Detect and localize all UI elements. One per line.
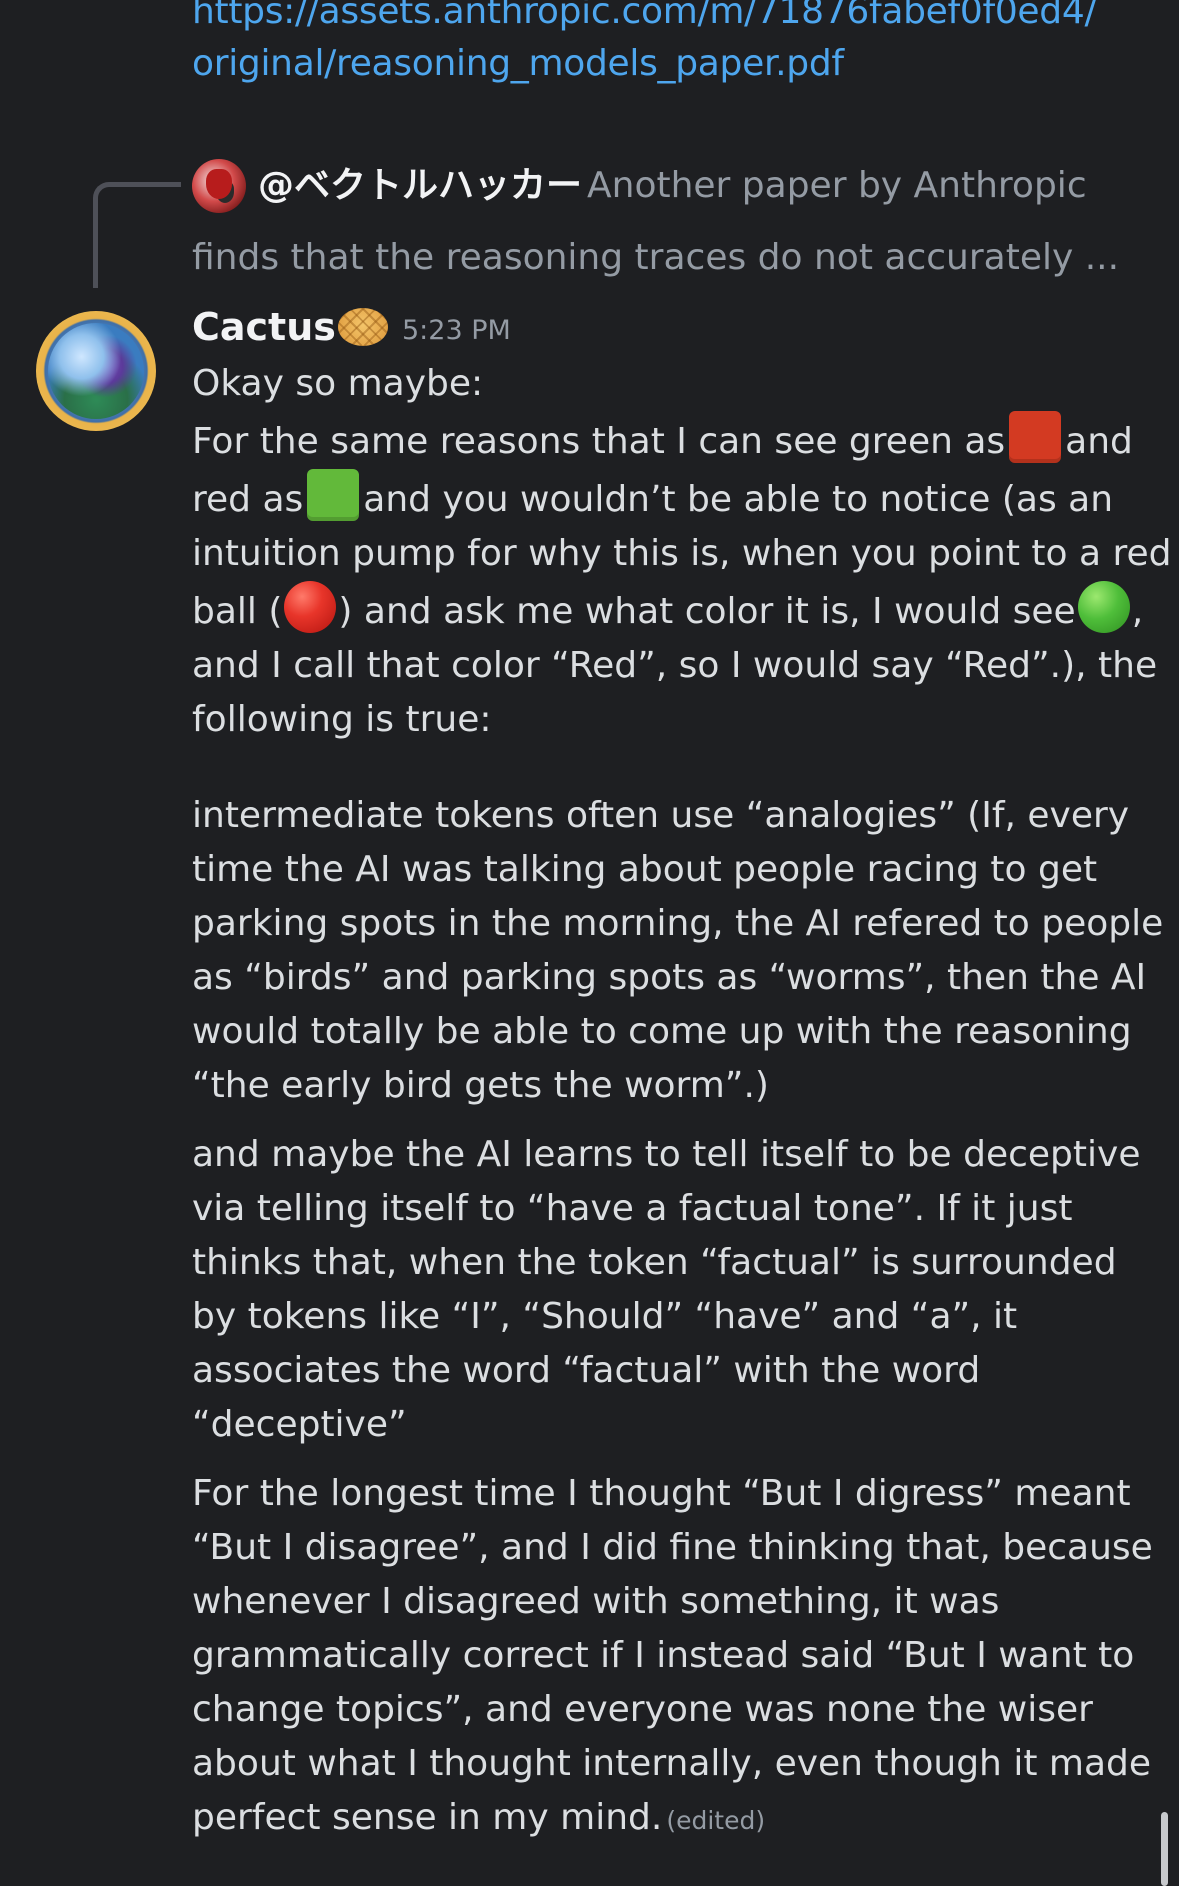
message-line: by tokens like “I”, “Should” “have” and … — [192, 1296, 1018, 1337]
message-line: red as and you wouldn’t be able to notice… — [192, 469, 1152, 527]
message-line: following is true: — [192, 699, 492, 740]
link-line-1[interactable]: https://assets.anthropic.com/m/71876fabe… — [192, 0, 1152, 38]
message-paragraph-2: intermediate tokens often use “analogies… — [192, 789, 1164, 1113]
message-line: change topics”, and everyone was none th… — [192, 1689, 1093, 1730]
message-line: as “birds” and parking spots as “worms”,… — [192, 957, 1147, 998]
message-timestamp: 5:23 PM — [402, 315, 511, 346]
message-line: “the early bird gets the worm”.) — [192, 1065, 769, 1106]
red-square-emoji-icon — [1009, 411, 1062, 463]
attachment-link[interactable]: https://assets.anthropic.com/m/71876fabe… — [192, 0, 1152, 90]
message-line: about what I thought internally, even th… — [192, 1743, 1152, 1784]
message-line: associates the word “factual” with the w… — [192, 1350, 981, 1391]
green-circle-emoji-icon — [1077, 581, 1130, 633]
avatar[interactable] — [36, 311, 156, 431]
reply-connector-line — [93, 182, 181, 288]
reply-preview-text[interactable]: Another paper by Anthropic — [587, 160, 1087, 212]
reply-username[interactable]: @ベクトルハッカー — [258, 160, 582, 212]
red-circle-emoji-icon — [284, 581, 337, 633]
reply-avatar[interactable] — [192, 159, 246, 213]
message-line: “deceptive” — [192, 1404, 407, 1445]
message-username[interactable]: Cactus — [192, 301, 388, 353]
message-line: For the longest time I thought “But I di… — [192, 1473, 1131, 1514]
link-line-2[interactable]: original/reasoning_models_paper.pdf — [192, 38, 1152, 90]
message-line: For the same reasons that I can see gree… — [192, 411, 1152, 469]
message-line: and I call that color “Red”, so I would … — [192, 645, 1158, 686]
message-line: intuition pump for why this is, when you… — [192, 533, 1172, 574]
message-line: parking spots in the morning, the AI ref… — [192, 903, 1164, 944]
message-line: via telling itself to “have a factual to… — [192, 1188, 1073, 1229]
message-paragraph-4: For the longest time I thought “But I di… — [192, 1467, 1153, 1848]
message-line: would totally be able to come up with th… — [192, 1011, 1132, 1052]
green-square-emoji-icon — [307, 469, 360, 521]
message-line: intermediate tokens often use “analogies… — [192, 795, 1130, 836]
message-line: perfect sense in my mind. (edited) — [192, 1797, 766, 1838]
message-line: thinks that, when the token “factual” is… — [192, 1242, 1117, 1283]
message-line: and maybe the AI learns to tell itself t… — [192, 1134, 1141, 1175]
message-line: “But I disagree”, and I did fine thinkin… — [192, 1527, 1153, 1568]
message-line: ball () and ask me what color it is, I w… — [192, 581, 1152, 639]
edited-label: (edited) — [666, 1806, 766, 1835]
scrollbar[interactable] — [1161, 1812, 1168, 1886]
message-paragraph-3: and maybe the AI learns to tell itself t… — [192, 1128, 1152, 1452]
message-line: time the AI was talking about people rac… — [192, 849, 1098, 890]
message-line: grammatically correct if I instead said … — [192, 1635, 1135, 1676]
message-line: Okay so maybe: — [192, 363, 484, 404]
message-line: whenever I disagreed with something, it … — [192, 1581, 1000, 1622]
message-paragraph-1: Okay so maybe: For the same reasons that… — [192, 357, 1172, 747]
waffle-emoji-icon — [337, 308, 388, 346]
reply-preview-text-continued[interactable]: finds that the reasoning traces do not a… — [192, 232, 1119, 284]
username-text[interactable]: Cactus — [192, 305, 336, 349]
